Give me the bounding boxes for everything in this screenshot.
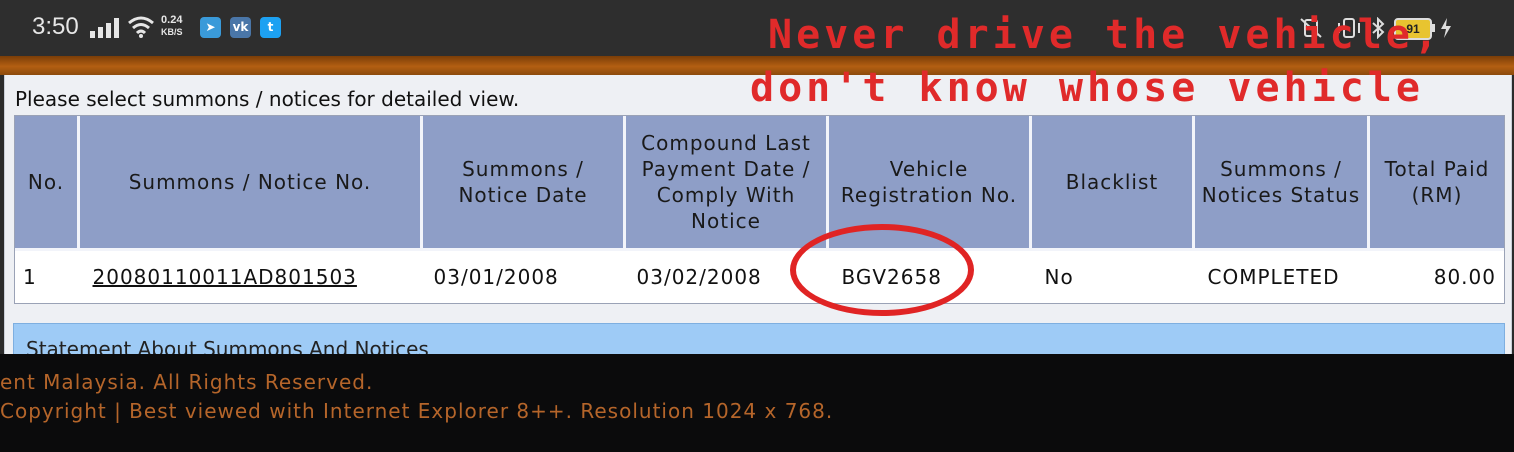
- vk-icon: vk: [230, 17, 251, 38]
- cell-blacklist: No: [1030, 248, 1194, 303]
- col-header-blacklist: Blacklist: [1030, 116, 1195, 250]
- col-header-last-payment-date: Compound Last Payment Date / Comply With…: [624, 116, 829, 250]
- cell-status: COMPLETED: [1193, 248, 1369, 303]
- net-speed: 0.24 KB/S: [161, 14, 183, 37]
- annotation-text-line1: Never drive the vehicle,: [768, 12, 1442, 58]
- cell-no: 1: [15, 248, 79, 303]
- col-header-total-paid: Total Paid (RM): [1368, 116, 1504, 250]
- col-header-status: Summons / Notices Status: [1193, 116, 1370, 250]
- table-row[interactable]: 1 20080110011AD801503 03/01/2008 03/02/2…: [15, 248, 1504, 303]
- signal-icon: [90, 18, 119, 38]
- cell-summons-date: 03/01/2008: [421, 248, 625, 303]
- footer: ent Malaysia. All Rights Reserved. Copyr…: [0, 354, 1514, 452]
- footer-rights-text: ent Malaysia. All Rights Reserved.: [0, 370, 374, 394]
- summons-number-link[interactable]: 20080110011AD801503: [78, 248, 422, 303]
- main-content: Please select summons / notices for deta…: [4, 75, 1512, 365]
- annotation-circle: [790, 224, 974, 316]
- wifi-icon: [128, 16, 154, 38]
- twitter-icon: t: [260, 17, 281, 38]
- clock: 3:50: [32, 13, 79, 40]
- col-header-summons-date: Summons / Notice Date: [421, 116, 626, 250]
- telegram-icon: ➤: [200, 17, 221, 38]
- col-header-summons-no: Summons / Notice No.: [78, 116, 423, 250]
- col-header-no: No.: [15, 116, 80, 250]
- cell-total-paid: 80.00: [1368, 248, 1504, 303]
- summons-table: No. Summons / Notice No. Summons / Notic…: [14, 115, 1505, 304]
- footer-browser-note: Copyright | Best viewed with Internet Ex…: [0, 399, 834, 423]
- annotation-text-line2: don't know whose vehicle: [750, 65, 1424, 111]
- instruction-text: Please select summons / notices for deta…: [15, 87, 520, 111]
- table-header-row: No. Summons / Notice No. Summons / Notic…: [15, 116, 1504, 250]
